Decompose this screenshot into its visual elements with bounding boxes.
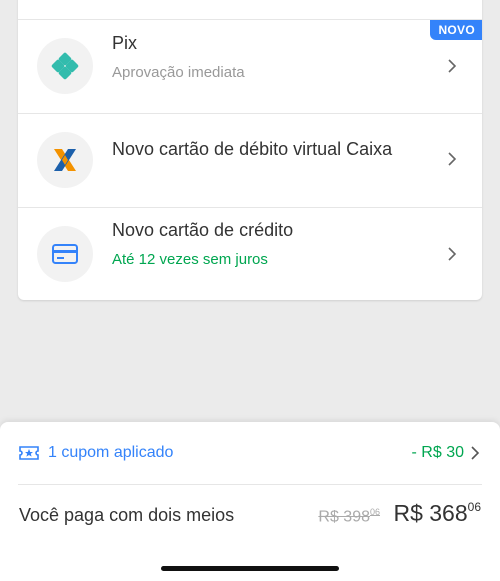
coupon-applied-label: 1 cupom aplicado (48, 444, 174, 461)
caixa-icon (37, 132, 93, 188)
payment-methods-card: NOVO Pix Aprovação imediata Novo cartão … (18, 0, 482, 300)
credit-card-icon (37, 226, 93, 282)
pix-icon (37, 38, 93, 94)
pix-subtitle: Aprovação imediata (112, 64, 245, 81)
payment-summary-label: Você paga com dois meios (19, 505, 235, 525)
total-price-cents: 06 (467, 500, 481, 514)
home-indicator (161, 566, 339, 571)
chevron-right-icon (444, 246, 460, 262)
original-price-main: R$ 398 (318, 508, 370, 526)
coupon-row[interactable]: 1 cupom aplicado - R$ 30 (0, 422, 500, 484)
original-price-cents: 06 (369, 507, 380, 517)
pix-title: Pix (112, 33, 138, 53)
original-price: R$ 39806 (318, 507, 380, 526)
payment-option-pix[interactable]: NOVO Pix Aprovação imediata (18, 20, 482, 113)
credit-card-title: Novo cartão de crédito (112, 220, 294, 240)
payment-option-caixa-debit[interactable]: Novo cartão de débito virtual Caixa (18, 114, 482, 207)
chevron-right-icon (444, 58, 460, 74)
divider (18, 484, 482, 485)
chevron-right-icon (444, 151, 460, 167)
payment-summary-sheet: 1 cupom aplicado - R$ 30 Você paga com d… (0, 422, 500, 581)
discount-amount: - R$ 30 (411, 444, 464, 461)
total-price: R$ 36806 (393, 500, 481, 527)
coupon-ticket-icon (19, 445, 39, 461)
chevron-right-icon (470, 446, 482, 460)
caixa-title: Novo cartão de débito virtual Caixa (112, 139, 393, 159)
new-badge: NOVO (430, 20, 482, 40)
total-price-main: R$ 368 (393, 500, 468, 526)
payment-option-credit-card[interactable]: Novo cartão de crédito Até 12 vezes sem … (18, 208, 482, 300)
credit-card-subtitle: Até 12 vezes sem juros (112, 251, 268, 268)
